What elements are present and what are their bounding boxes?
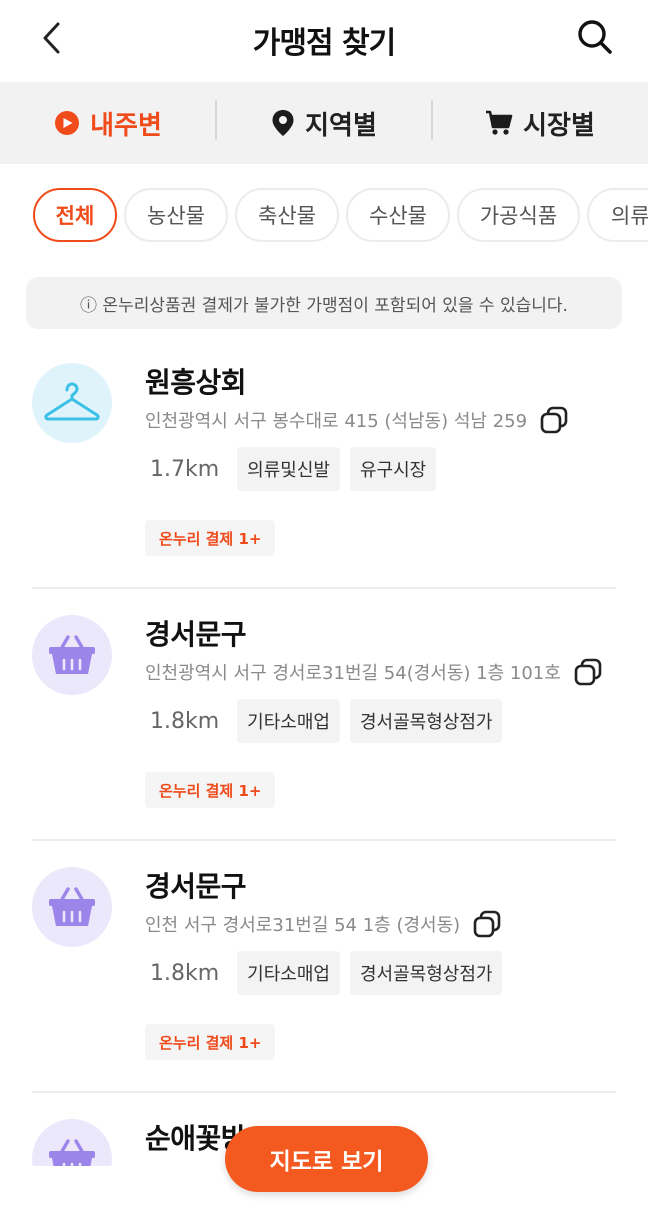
store-list-item[interactable]: 경서문구 인천광역시 서구 경서로31번길 54(경서동) 1층 101호 1.… <box>0 589 648 841</box>
payment-notice: ⓘ 온누리상품권 결제가 불가한 가맹점이 포함되어 있을 수 있습니다. <box>26 277 622 329</box>
play-circle-icon <box>54 110 80 136</box>
category-chip-row: 전체 농산물 축산물 수산물 가공식품 의류 <box>0 164 648 266</box>
store-category-avatar <box>32 615 112 695</box>
store-list-item[interactable]: 경서문구 인천 서구 경서로31번길 54 1층 (경서동) 1.8km 기타소… <box>0 841 648 1093</box>
tab-market-label: 시장별 <box>523 110 595 141</box>
store-category-avatar <box>32 867 112 947</box>
chip-seafood[interactable]: 수산물 <box>346 188 450 242</box>
copy-icon[interactable] <box>472 909 502 939</box>
store-address: 인천광역시 서구 경서로31번길 54(경서동) 1층 101호 <box>145 663 561 684</box>
tab-nearby-label: 내주변 <box>90 110 162 141</box>
store-distance: 1.7km <box>150 456 220 482</box>
store-name: 경서문구 <box>145 618 247 651</box>
store-distance: 1.8km <box>150 708 220 734</box>
tab-nearby[interactable]: 내주변 <box>0 82 216 164</box>
tab-market[interactable]: 시장별 <box>432 82 648 164</box>
store-category-tag: 기타소매업 <box>237 699 340 743</box>
store-market-tag: 유구시장 <box>349 447 437 491</box>
hanger-icon <box>44 382 100 421</box>
store-distance: 1.8km <box>150 960 220 986</box>
chip-clothing[interactable]: 의류 <box>587 188 648 242</box>
map-pin-icon <box>271 109 295 137</box>
tab-region-label: 지역별 <box>305 110 377 141</box>
page-title: 가맹점 찾기 <box>252 26 396 61</box>
chip-agriculture[interactable]: 농산물 <box>124 188 228 242</box>
tab-divider <box>215 100 217 140</box>
chip-livestock[interactable]: 축산물 <box>235 188 339 242</box>
payment-badge: 온누리 결제 1+ <box>145 1024 276 1060</box>
store-address-row: 인천광역시 서구 경서로31번길 54(경서동) 1층 101호 <box>145 657 603 687</box>
copy-icon[interactable] <box>539 405 569 435</box>
store-category-avatar <box>32 363 112 443</box>
store-meta: 1.8km 기타소매업 경서골목형상점가 <box>150 699 512 743</box>
chip-all[interactable]: 전체 <box>33 188 117 242</box>
tab-divider <box>431 100 433 140</box>
store-market-tag: 경서골목형상점가 <box>349 951 503 995</box>
store-name: 원흥상회 <box>145 366 247 399</box>
basket-icon <box>49 887 95 926</box>
store-market-tag: 경서골목형상점가 <box>349 699 503 743</box>
copy-icon[interactable] <box>573 657 603 687</box>
basket-icon <box>49 635 95 674</box>
search-button[interactable] <box>576 18 614 56</box>
search-icon <box>578 20 612 54</box>
store-address-row: 인천광역시 서구 봉수대로 415 (석남동) 석남 259 <box>145 405 569 435</box>
basket-icon <box>49 1139 95 1166</box>
store-address: 인천광역시 서구 봉수대로 415 (석남동) 석남 259 <box>145 411 528 432</box>
store-address-row: 인천 서구 경서로31번길 54 1층 (경서동) <box>145 909 502 939</box>
store-category-tag: 기타소매업 <box>237 951 340 995</box>
chip-processed-food[interactable]: 가공식품 <box>457 188 580 242</box>
payment-badge: 온누리 결제 1+ <box>145 772 276 808</box>
store-category-tag: 의류및신발 <box>237 447 340 491</box>
store-category-avatar <box>32 1119 112 1166</box>
shopping-cart-icon <box>485 110 513 136</box>
view-map-button[interactable]: 지도로 보기 <box>225 1126 428 1192</box>
payment-badge: 온누리 결제 1+ <box>145 520 276 556</box>
store-list-item[interactable]: 원흥상회 인천광역시 서구 봉수대로 415 (석남동) 석남 259 1.7k… <box>0 337 648 589</box>
tab-region[interactable]: 지역별 <box>216 82 432 164</box>
store-meta: 1.7km 의류및신발 유구시장 <box>150 447 446 491</box>
top-app-bar: 가맹점 찾기 <box>0 0 648 82</box>
store-name: 경서문구 <box>145 870 247 903</box>
store-address: 인천 서구 경서로31번길 54 1층 (경서동) <box>145 915 461 936</box>
view-mode-tabs: 내주변 지역별 시장별 <box>0 82 648 164</box>
store-meta: 1.8km 기타소매업 경서골목형상점가 <box>150 951 512 995</box>
